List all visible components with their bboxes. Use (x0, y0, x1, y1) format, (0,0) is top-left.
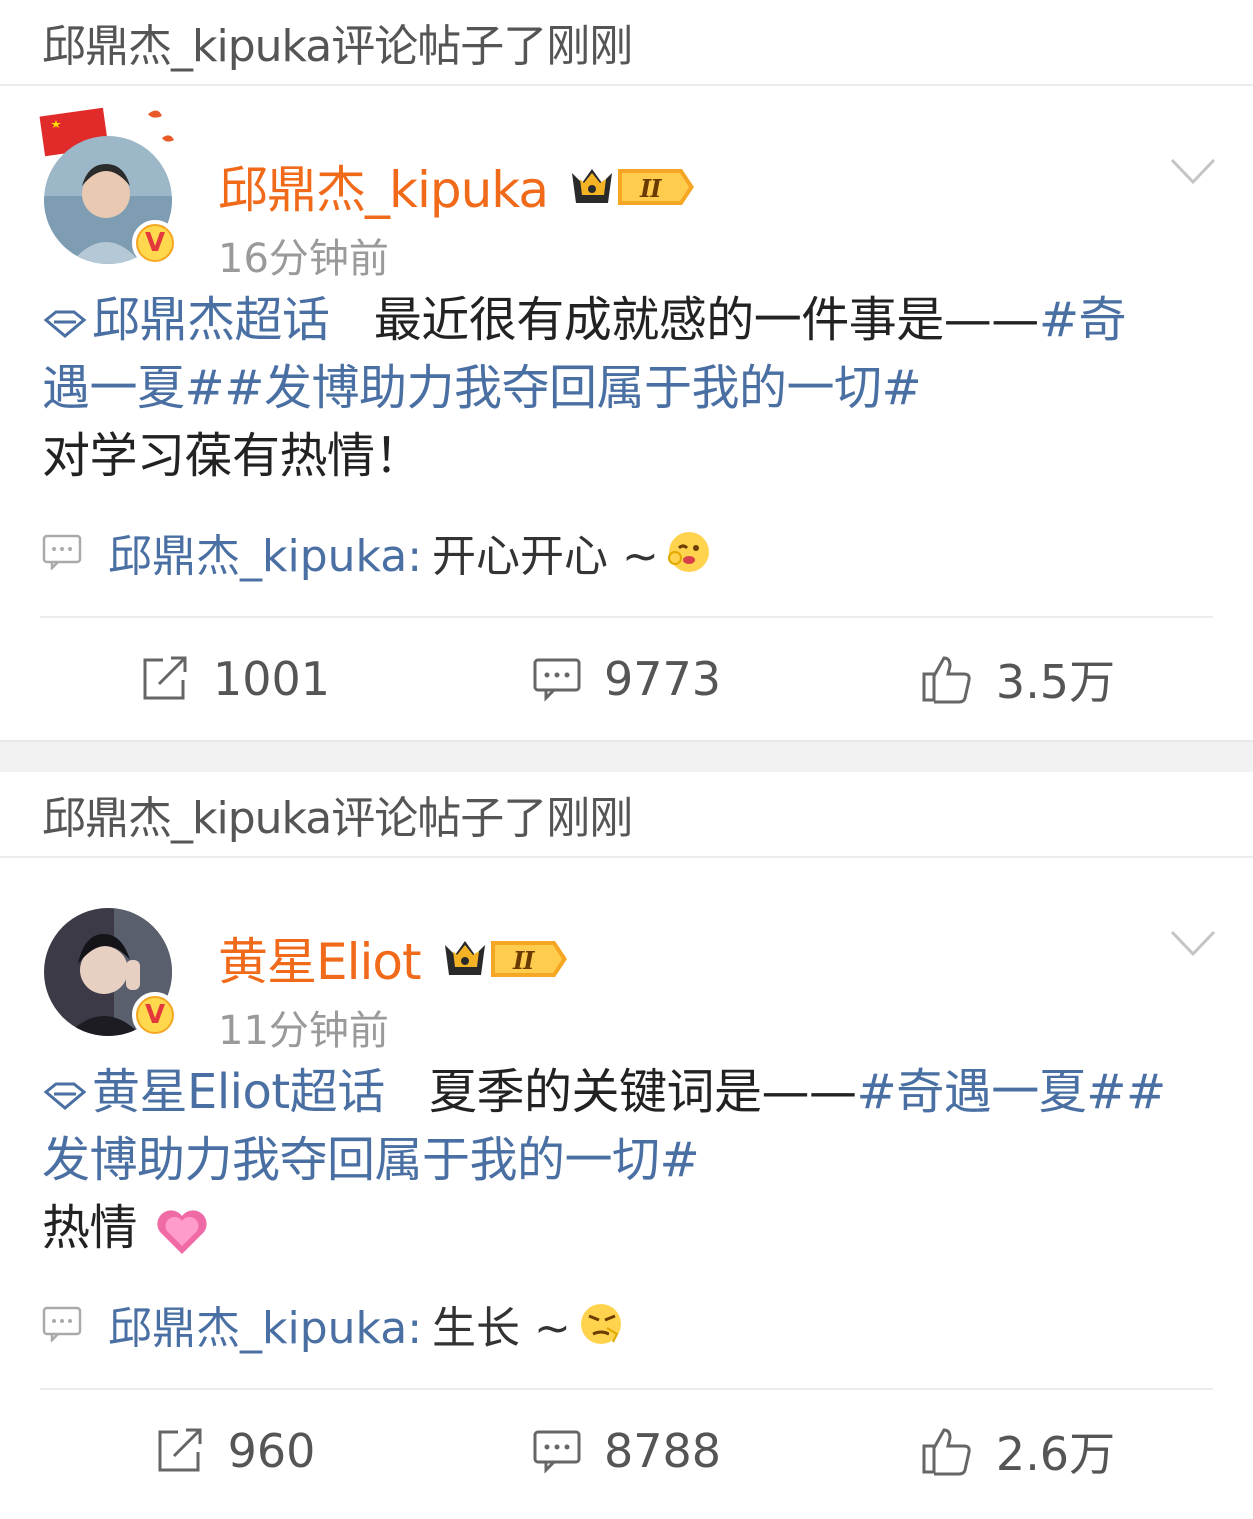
comment-text: 开心开心 ~ (432, 531, 659, 582)
post-body: 黄星Eliot超话 夏季的关键词是——#奇遇一夏## 发博助力我夺回属于我的一切… (0, 1058, 1253, 1262)
feed-card-1: 邱鼎杰_kipuka评论帖子了刚刚 V 邱鼎杰_kipuka II 16分钟前 … (0, 0, 1253, 740)
diamond-icon (43, 310, 87, 338)
post-body: 邱鼎杰超话 最近很有成就感的一件事是——#奇 遇一夏##发博助力我夺回属于我的一… (0, 286, 1253, 490)
chevron-down-icon[interactable] (1169, 928, 1217, 958)
post-1[interactable]: V 邱鼎杰_kipuka II 16分钟前 邱鼎杰超话 最近很有成就感的一件事是… (0, 86, 1253, 740)
like-button[interactable]: 2.6万 (822, 1418, 1213, 1484)
feed-divider (0, 740, 1253, 772)
hashtag-link[interactable]: 发博助力我夺回属于我的一切# (42, 1132, 700, 1188)
comment-user[interactable]: 邱鼎杰_kipuka: (108, 520, 422, 584)
comment-preview[interactable]: 邱鼎杰_kipuka: 生长 ~ (0, 1284, 1253, 1364)
username[interactable]: 邱鼎杰_kipuka II (218, 150, 696, 222)
post-2[interactable]: V 黄星Eliot II 11分钟前 黄星Eliot超话 夏季的关键词是——#奇… (0, 858, 1253, 1512)
comment-button[interactable]: 8788 (431, 1424, 822, 1478)
chevron-down-icon[interactable] (1169, 156, 1217, 186)
username[interactable]: 黄星Eliot II (218, 922, 569, 994)
super-topic-link[interactable]: 邱鼎杰超话 (42, 292, 330, 348)
verified-badge-icon: V (132, 992, 178, 1038)
super-topic-link[interactable]: 黄星Eliot超话 (42, 1064, 385, 1120)
feed-card-2: 邱鼎杰_kipuka评论帖子了刚刚 V 黄星Eliot II 11分钟前 黄星E… (0, 772, 1253, 1512)
comment-user[interactable]: 邱鼎杰_kipuka: (108, 1292, 422, 1356)
action-bar: 960 8788 2.6万 (40, 1388, 1213, 1512)
post-text: 夏季的关键词是—— (428, 1064, 857, 1120)
thumbs-up-icon (922, 1428, 971, 1476)
hashtag-link[interactable]: #奇遇一夏## (857, 1064, 1167, 1120)
pink-heart-emoji-icon (157, 1210, 207, 1254)
comment-icon (533, 658, 581, 702)
share-icon (143, 656, 187, 700)
post-text: 最近很有成就感的一件事是—— (373, 292, 1040, 348)
comment-preview[interactable]: 邱鼎杰_kipuka: 开心开心 ~ (0, 512, 1253, 592)
share-button[interactable]: 960 (40, 1424, 431, 1478)
comment-bubble-icon (42, 1306, 82, 1342)
wink-emoji-icon (667, 532, 709, 572)
share-button[interactable]: 1001 (40, 652, 431, 706)
hashtag-link[interactable]: #奇 (1039, 292, 1127, 348)
diamond-icon (43, 1082, 87, 1110)
vip-crown-icon: II (566, 161, 696, 211)
post-time: 11分钟前 (218, 1008, 389, 1054)
svg-text:II: II (512, 946, 535, 975)
vip-crown-icon: II (439, 933, 569, 983)
activity-text: 邱鼎杰_kipuka评论帖子了刚刚 (42, 793, 633, 844)
comment-text: 生长 ~ (432, 1303, 571, 1354)
thinking-emoji-icon (580, 1304, 621, 1344)
like-button[interactable]: 3.5万 (822, 646, 1213, 712)
comment-button[interactable]: 9773 (431, 652, 822, 706)
post-text: 热情 (42, 1200, 138, 1256)
share-icon (158, 1428, 202, 1472)
post-text: 对学习葆有热情！ (42, 428, 423, 484)
comment-icon (533, 1430, 581, 1474)
post-time: 16分钟前 (218, 236, 389, 282)
comment-bubble-icon (42, 534, 82, 570)
svg-text:II: II (639, 174, 662, 203)
avatar[interactable]: V (44, 136, 178, 266)
thumbs-up-icon (922, 656, 971, 704)
hashtag-link[interactable]: 遇一夏##发博助力我夺回属于我的一切# (42, 360, 922, 416)
card-header: 邱鼎杰_kipuka评论帖子了刚刚 (0, 0, 1253, 86)
action-bar: 1001 9773 3.5万 (40, 616, 1213, 740)
card-header: 邱鼎杰_kipuka评论帖子了刚刚 (0, 772, 1253, 858)
verified-badge-icon: V (132, 220, 178, 266)
avatar[interactable]: V (44, 908, 178, 1038)
activity-text: 邱鼎杰_kipuka评论帖子了刚刚 (42, 21, 633, 72)
